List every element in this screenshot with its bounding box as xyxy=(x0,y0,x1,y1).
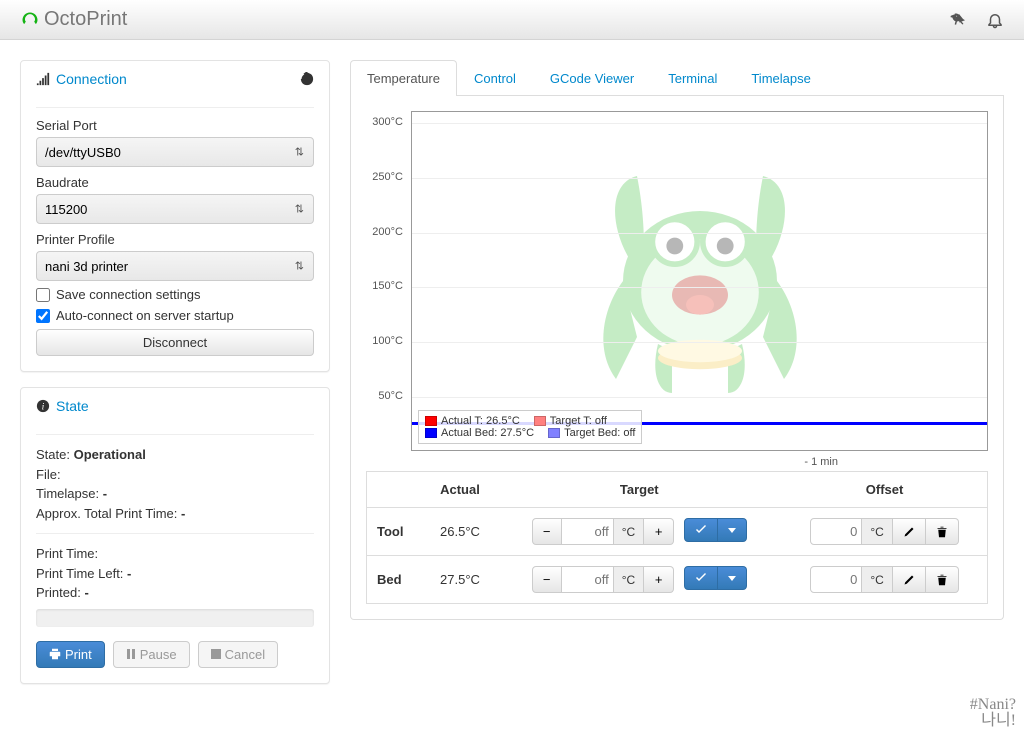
tab-terminal[interactable]: Terminal xyxy=(651,60,734,96)
unit-label: °C xyxy=(614,566,644,593)
tab-content: 50°C100°C150°C200°C250°C300°C xyxy=(350,96,1004,620)
offset-input[interactable] xyxy=(810,566,862,593)
svg-text:i: i xyxy=(42,402,45,413)
offset-edit-button[interactable] xyxy=(893,566,926,593)
printleft-value: - xyxy=(127,566,131,581)
row-name: Tool xyxy=(367,508,424,556)
navbar: OctoPrint xyxy=(0,0,1024,40)
serial-port-label: Serial Port xyxy=(36,118,314,133)
offset-delete-button[interactable] xyxy=(926,566,959,593)
handwriting-annotation: #Nani? 나니! xyxy=(970,697,1016,729)
state-value: Operational xyxy=(74,447,146,462)
offset-delete-button[interactable] xyxy=(926,518,959,545)
brand[interactable]: OctoPrint xyxy=(20,8,127,31)
tab-timelapse[interactable]: Timelapse xyxy=(734,60,827,96)
target-minus-button[interactable]: − xyxy=(532,566,562,593)
offset-edit-button[interactable] xyxy=(893,518,926,545)
temperature-chart: Actual T: 26.5°C Target T: off Actual Be… xyxy=(411,111,988,451)
target-minus-button[interactable]: − xyxy=(532,518,562,545)
baudrate-label: Baudrate xyxy=(36,175,314,190)
target-input[interactable] xyxy=(562,566,614,593)
file-label: File: xyxy=(36,467,61,482)
cancel-button[interactable]: Cancel xyxy=(198,641,278,668)
refresh-icon[interactable] xyxy=(300,72,314,86)
th-target: Target xyxy=(496,472,782,508)
row-actual: 27.5°C xyxy=(424,556,497,604)
printtime-label: Print Time: xyxy=(36,546,98,561)
serial-port-select[interactable]: /dev/ttyUSB0 xyxy=(36,137,314,167)
approx-value: - xyxy=(181,506,185,521)
octoprint-logo-icon xyxy=(20,10,40,30)
tab-temperature[interactable]: Temperature xyxy=(350,60,457,96)
info-icon: i xyxy=(36,399,50,413)
approx-label: Approx. Total Print Time: xyxy=(36,506,177,521)
unit-label: °C xyxy=(614,518,644,545)
target-apply-button[interactable] xyxy=(684,518,718,542)
baudrate-select[interactable]: 115200 xyxy=(36,194,314,224)
offset-input[interactable] xyxy=(810,518,862,545)
tab-control[interactable]: Control xyxy=(457,60,533,96)
pause-icon xyxy=(126,649,136,659)
print-button[interactable]: Print xyxy=(36,641,105,668)
unit-label: °C xyxy=(862,518,892,545)
profile-label: Printer Profile xyxy=(36,232,314,247)
timelapse-value: - xyxy=(103,486,107,501)
state-label: State: xyxy=(36,447,70,462)
target-dropdown-button[interactable] xyxy=(718,566,747,590)
autoconnect-checkbox[interactable] xyxy=(36,309,50,323)
notifications-icon[interactable] xyxy=(986,11,1004,29)
chart-legend: Actual T: 26.5°C Target T: off Actual Be… xyxy=(418,410,642,444)
autoconnect-label: Auto-connect on server startup xyxy=(56,308,234,323)
print-icon xyxy=(49,648,61,660)
brand-text: OctoPrint xyxy=(44,8,127,31)
profile-select[interactable]: nani 3d printer xyxy=(36,251,314,281)
th-actual: Actual xyxy=(424,472,497,508)
connection-panel: Connection Serial Port /dev/ttyUSB0 Baud… xyxy=(20,60,330,372)
pause-button[interactable]: Pause xyxy=(113,641,190,668)
save-settings-checkbox[interactable] xyxy=(36,288,50,302)
connection-title[interactable]: Connection xyxy=(56,71,127,87)
table-row: Tool 26.5°C − °C + °C xyxy=(367,508,988,556)
printed-value: - xyxy=(84,585,88,600)
state-panel: i State State: Operational File: Timelap… xyxy=(20,387,330,684)
target-plus-button[interactable]: + xyxy=(644,566,674,593)
progress-bar xyxy=(36,609,314,627)
target-dropdown-button[interactable] xyxy=(718,518,747,542)
th-offset: Offset xyxy=(782,472,987,508)
target-apply-button[interactable] xyxy=(684,566,718,590)
target-plus-button[interactable]: + xyxy=(644,518,674,545)
unit-label: °C xyxy=(862,566,892,593)
stop-icon xyxy=(211,649,221,659)
printleft-label: Print Time Left: xyxy=(36,566,123,581)
th-name xyxy=(367,472,424,508)
printed-label: Printed: xyxy=(36,585,81,600)
timelapse-label: Timelapse: xyxy=(36,486,99,501)
temperature-table: Actual Target Offset Tool 26.5°C − °C + xyxy=(366,471,988,604)
chart-y-labels: 50°C100°C150°C200°C250°C300°C xyxy=(366,111,411,451)
settings-icon[interactable] xyxy=(948,11,966,29)
row-actual: 26.5°C xyxy=(424,508,497,556)
row-name: Bed xyxy=(367,556,424,604)
tabs: Temperature Control GCode Viewer Termina… xyxy=(350,60,1004,96)
save-settings-label: Save connection settings xyxy=(56,287,201,302)
target-input[interactable] xyxy=(562,518,614,545)
table-row: Bed 27.5°C − °C + °C xyxy=(367,556,988,604)
octoprint-watermark-icon xyxy=(560,127,840,407)
disconnect-button[interactable]: Disconnect xyxy=(36,329,314,356)
tab-gcode[interactable]: GCode Viewer xyxy=(533,60,651,96)
signal-icon xyxy=(36,72,50,86)
state-title[interactable]: State xyxy=(56,398,89,414)
